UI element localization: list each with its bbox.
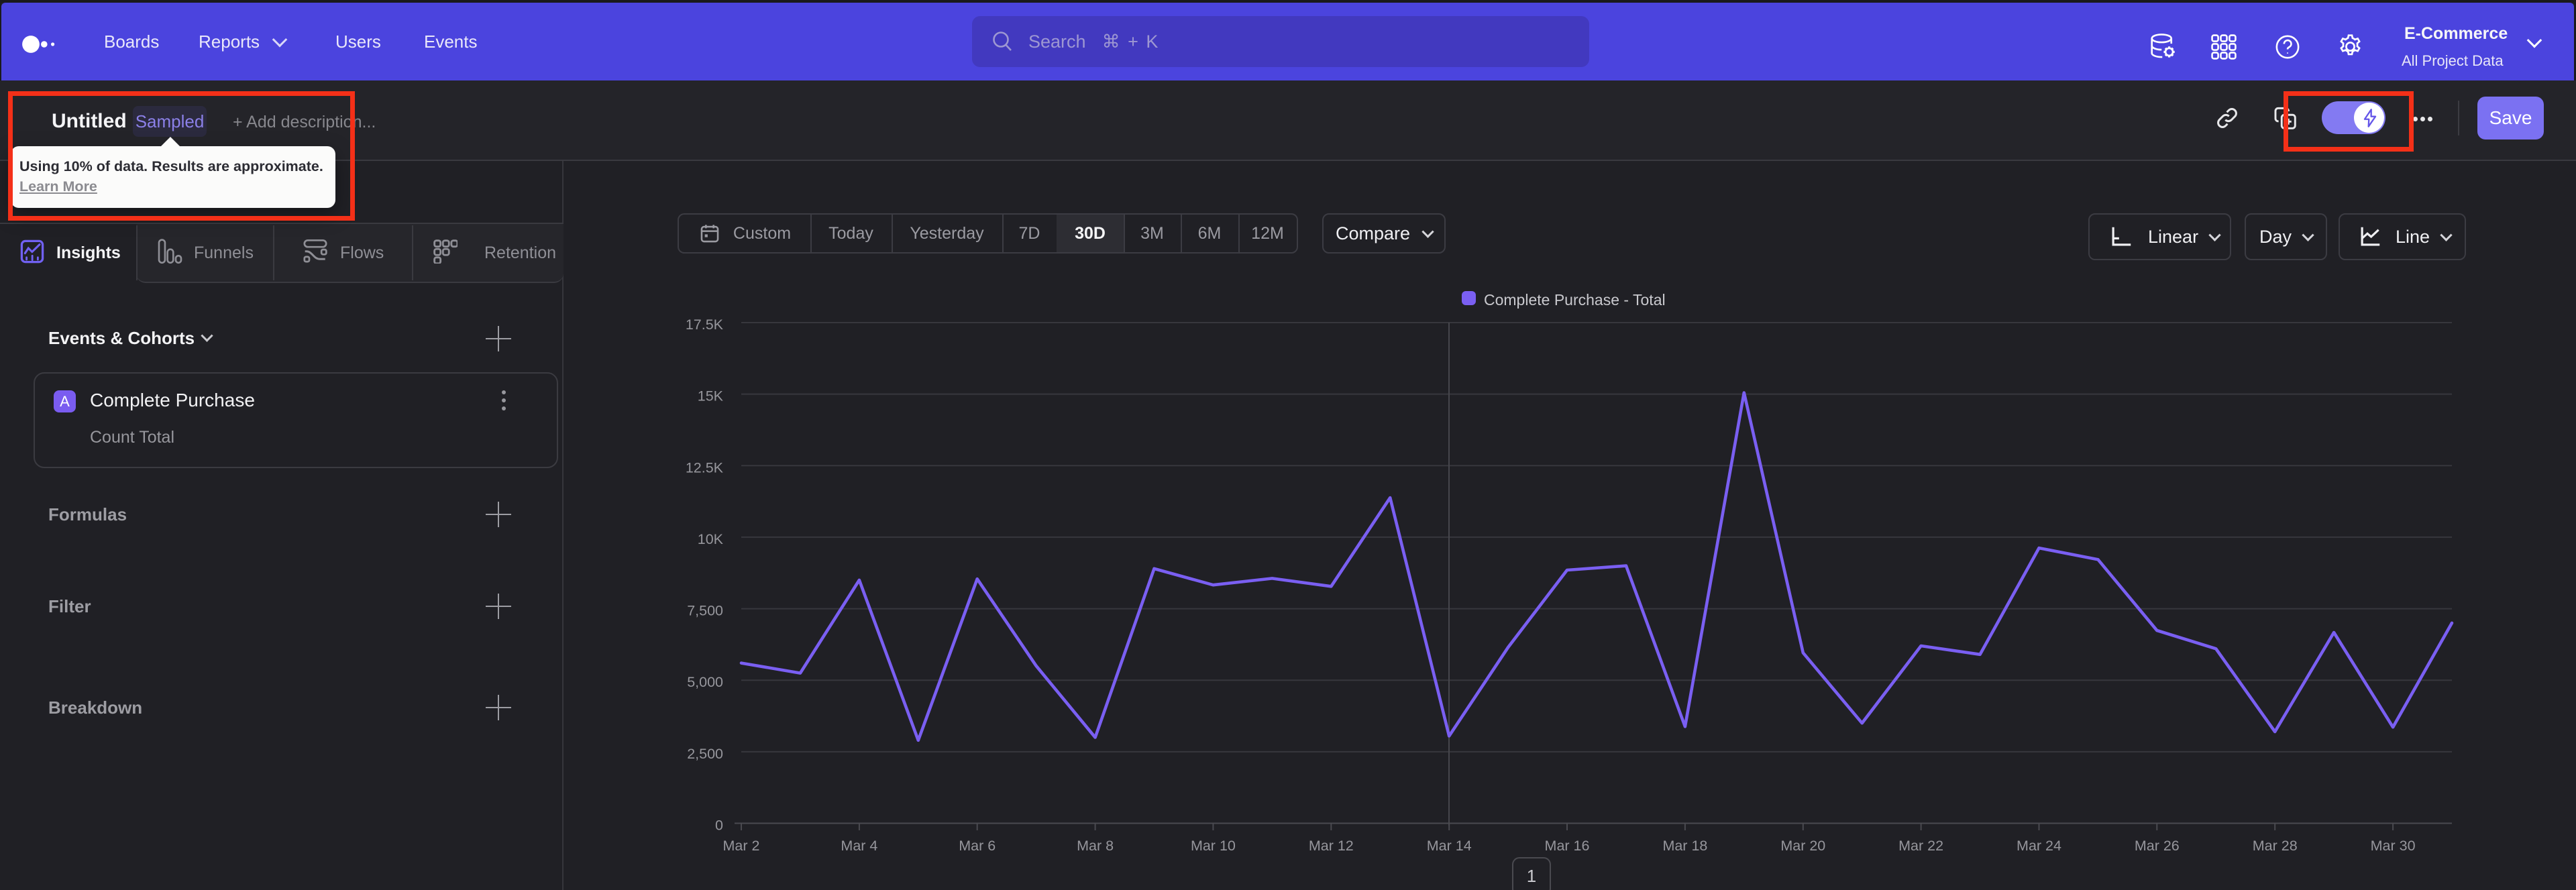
svg-text:Mar 22: Mar 22 bbox=[1898, 838, 1943, 854]
svg-text:2,500: 2,500 bbox=[687, 746, 723, 762]
svg-text:Mar 14: Mar 14 bbox=[1427, 838, 1472, 854]
svg-text:0: 0 bbox=[715, 818, 723, 834]
svg-text:1: 1 bbox=[1527, 866, 1536, 886]
svg-text:Mar 16: Mar 16 bbox=[1545, 838, 1590, 854]
svg-text:Mar 4: Mar 4 bbox=[841, 838, 877, 854]
svg-text:15K: 15K bbox=[698, 388, 724, 404]
svg-text:Mar 12: Mar 12 bbox=[1309, 838, 1354, 854]
svg-text:Mar 28: Mar 28 bbox=[2253, 838, 2298, 854]
svg-text:12.5K: 12.5K bbox=[686, 459, 724, 476]
svg-text:Complete Purchase - Total: Complete Purchase - Total bbox=[1484, 291, 1666, 309]
svg-text:Mar 10: Mar 10 bbox=[1191, 838, 1236, 854]
svg-text:Mar 26: Mar 26 bbox=[2135, 838, 2180, 854]
svg-text:Mar 30: Mar 30 bbox=[2371, 838, 2416, 854]
svg-text:5,000: 5,000 bbox=[687, 674, 723, 690]
svg-text:Mar 18: Mar 18 bbox=[1662, 838, 1707, 854]
svg-text:Mar 20: Mar 20 bbox=[1780, 838, 1825, 854]
svg-text:Mar 6: Mar 6 bbox=[959, 838, 996, 854]
svg-text:7,500: 7,500 bbox=[687, 603, 723, 619]
svg-text:Mar 24: Mar 24 bbox=[2017, 838, 2061, 854]
svg-text:Mar 8: Mar 8 bbox=[1077, 838, 1114, 854]
svg-text:17.5K: 17.5K bbox=[686, 317, 724, 333]
svg-text:Mar 2: Mar 2 bbox=[723, 838, 760, 854]
svg-text:10K: 10K bbox=[698, 531, 724, 547]
